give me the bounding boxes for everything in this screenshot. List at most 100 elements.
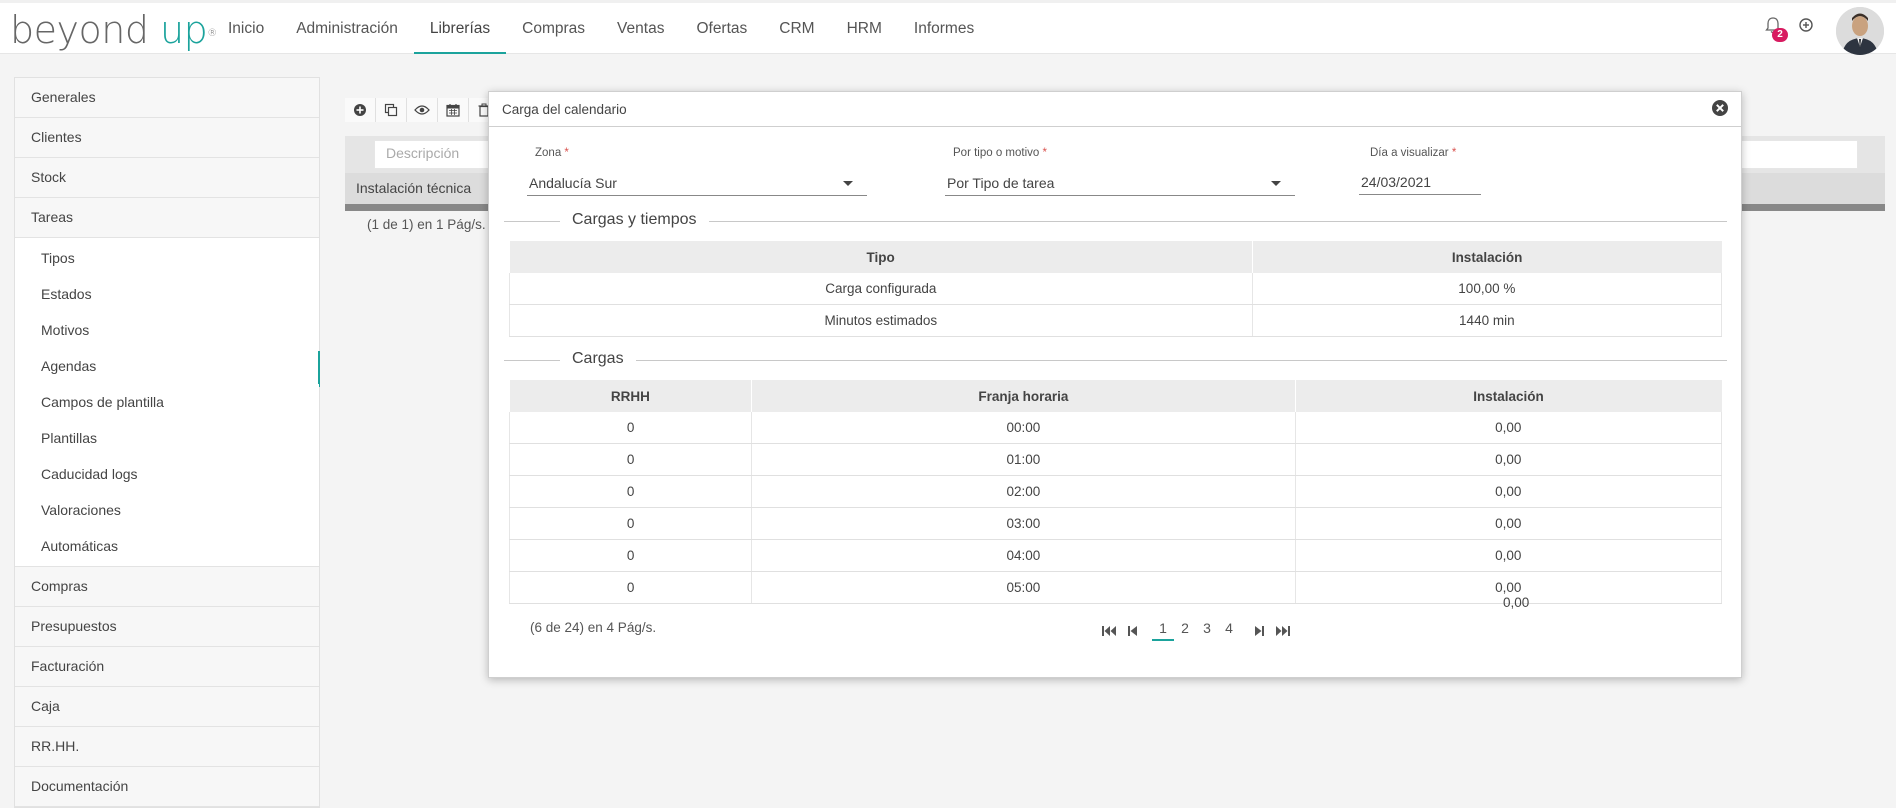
table-header-row: RRHH Franja horaria Instalación	[509, 380, 1722, 412]
page-number-button[interactable]: 3	[1196, 620, 1218, 641]
dialog-pager-info: (6 de 24) en 4 Pág/s.	[530, 620, 657, 635]
sidebar-item[interactable]: Facturación	[15, 647, 319, 687]
last-page-button[interactable]	[1274, 624, 1292, 638]
sidebar-item[interactable]: Compras	[15, 567, 319, 607]
sidebar-item[interactable]: Caja	[15, 687, 319, 727]
table-row[interactable]: 0 03:00 0,00	[508, 507, 1723, 540]
left-sidebar: Generales Clientes Stock Tareas Tipos Estados…	[14, 77, 320, 808]
column-header[interactable]: Instalación	[1295, 380, 1722, 412]
chevron-down-icon	[1271, 181, 1281, 186]
table-cell: 02:00	[751, 475, 1296, 508]
fieldset-divider	[504, 360, 1727, 361]
column-header[interactable]: Tipo	[509, 241, 1253, 273]
column-header[interactable]: RRHH	[509, 380, 753, 412]
brand-logo-text: beyond	[10, 8, 161, 52]
next-page-icon	[1255, 625, 1264, 636]
dia-visualizar-label: Día a visualizar *	[1370, 147, 1456, 159]
nav-item-compras[interactable]: Compras	[506, 3, 601, 54]
sidebar-subitem[interactable]: Automáticas	[15, 528, 319, 564]
first-page-button[interactable]	[1100, 624, 1118, 638]
brand-logo[interactable]: beyond up®	[10, 9, 217, 51]
nav-item-administracion[interactable]: Administración	[280, 3, 414, 54]
cargas-total-installation: 0,00	[1503, 595, 1530, 610]
sidebar-subitem[interactable]: Campos de plantilla	[15, 384, 319, 420]
table-row[interactable]: Minutos estimados 1440 min	[509, 304, 1723, 337]
sidebar-item[interactable]: Stock	[15, 158, 319, 198]
add-record-button[interactable]	[345, 98, 376, 122]
table-cell: 0	[508, 412, 752, 444]
zona-select[interactable]: Andalucía Sur	[527, 170, 867, 196]
chevron-down-icon	[843, 181, 853, 186]
nav-item-ventas[interactable]: Ventas	[601, 3, 680, 54]
table-cell: 03:00	[751, 507, 1296, 540]
nav-item-crm[interactable]: CRM	[763, 3, 830, 54]
view-record-button[interactable]	[407, 98, 438, 122]
table-row[interactable]: 0 00:00 0,00	[508, 412, 1723, 444]
tipo-motivo-label-text: Por tipo o motivo	[953, 147, 1040, 159]
copy-record-button[interactable]	[376, 98, 407, 122]
sidebar-item[interactable]: Presupuestos	[15, 607, 319, 647]
close-icon[interactable]	[1711, 99, 1729, 117]
top-bar: beyond up® Inicio Administración Librerías…	[0, 0, 1896, 55]
user-avatar-picture	[1836, 7, 1884, 55]
add-circle-icon[interactable]	[1798, 17, 1814, 33]
sidebar-subitem[interactable]: Valoraciones	[15, 492, 319, 528]
dialog-header: Carga del calendario	[489, 92, 1741, 127]
tipo-motivo-select[interactable]: Por Tipo de tarea	[945, 170, 1295, 196]
table-cell: 0	[508, 475, 752, 508]
next-page-button[interactable]	[1250, 624, 1268, 638]
table-cell: 0	[508, 571, 752, 604]
previous-page-button[interactable]	[1124, 624, 1142, 638]
sidebar-subitem[interactable]: Caducidad logs	[15, 456, 319, 492]
sidebar-subitem[interactable]: Estados	[15, 276, 319, 312]
sidebar-item[interactable]: RR.HH.	[15, 727, 319, 767]
brand-logo-accent: up	[160, 8, 208, 52]
nav-item-informes[interactable]: Informes	[898, 3, 990, 54]
dia-visualizar-input[interactable]: 24/03/2021	[1359, 169, 1481, 195]
table-row[interactable]: 0 01:00 0,00	[508, 443, 1723, 476]
nav-item-inicio[interactable]: Inicio	[212, 3, 280, 54]
table-row[interactable]: 0 02:00 0,00	[508, 475, 1723, 508]
sidebar-item[interactable]: Clientes	[15, 118, 319, 158]
table-cell: 00:00	[751, 412, 1296, 444]
zona-select-value: Andalucía Sur	[529, 175, 617, 191]
page-number-button[interactable]: 1	[1152, 620, 1174, 641]
nav-item-ofertas[interactable]: Ofertas	[680, 3, 763, 54]
table-cell: 0,00	[1294, 443, 1723, 476]
table-cell: 0,00	[1294, 539, 1723, 572]
sidebar-subitem[interactable]: Agendas	[15, 348, 320, 387]
table-cell: 0	[508, 507, 752, 540]
table-row-label: Instalación técnica	[356, 180, 472, 196]
table-row[interactable]: 0 05:00 0,00	[508, 571, 1723, 604]
sidebar-subitem[interactable]: Tipos	[15, 240, 319, 276]
last-page-icon	[1276, 625, 1290, 636]
table-row[interactable]: Carga configurada 100,00 %	[509, 273, 1723, 305]
table-cell: 05:00	[751, 571, 1296, 604]
page-number-button[interactable]: 4	[1218, 620, 1240, 641]
sidebar-item[interactable]: Tareas	[15, 198, 319, 238]
plus-circle-icon	[354, 104, 366, 116]
calendar-button[interactable]	[438, 98, 469, 122]
first-page-icon	[1102, 625, 1116, 636]
eye-icon	[414, 105, 430, 115]
user-avatar[interactable]	[1836, 7, 1884, 55]
sidebar-subitem[interactable]: Motivos	[15, 312, 319, 348]
sidebar-item[interactable]: Generales	[15, 78, 319, 118]
dia-visualizar-label-text: Día a visualizar	[1370, 147, 1449, 159]
table-row[interactable]: 0 04:00 0,00	[508, 539, 1723, 572]
sidebar-item[interactable]: Documentación	[15, 767, 319, 807]
nav-item-hrm[interactable]: HRM	[831, 3, 898, 54]
table-cell: 100,00 %	[1251, 273, 1723, 305]
description-filter-placeholder: Descripción	[386, 145, 460, 161]
column-header[interactable]: Franja horaria	[751, 380, 1296, 412]
main-nav: Inicio Administración Librerías Compras Vent…	[212, 3, 990, 54]
required-mark: *	[1451, 147, 1457, 159]
dialog-title: Carga del calendario	[502, 102, 627, 117]
nav-item-librerias[interactable]: Librerías	[413, 3, 507, 54]
sidebar-subitem[interactable]: Plantillas	[15, 420, 319, 456]
column-header[interactable]: Instalación	[1252, 241, 1722, 273]
page-number-button[interactable]: 2	[1174, 620, 1196, 641]
notification-count-badge: 2	[1772, 28, 1788, 42]
calendar-icon	[446, 104, 460, 117]
tipo-motivo-select-value: Por Tipo de tarea	[947, 175, 1055, 191]
